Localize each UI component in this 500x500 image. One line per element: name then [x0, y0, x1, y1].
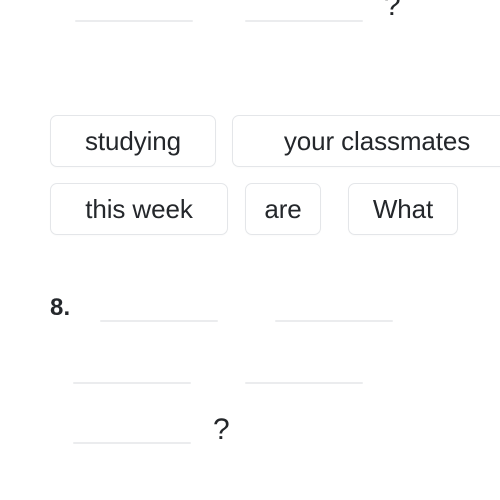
- word-chip-label: studying: [84, 125, 182, 156]
- exercise-screen: ? studying your classmates this week are…: [0, 0, 500, 500]
- exercise-number: 8.: [50, 294, 71, 321]
- word-chip-are[interactable]: are: [245, 183, 321, 235]
- word-chip-label: your classmates: [283, 125, 471, 156]
- answer-blank[interactable]: [73, 442, 191, 444]
- word-chip-your-classmates[interactable]: your classmates: [232, 115, 500, 167]
- question-mark: ?: [213, 413, 230, 446]
- word-chip-studying[interactable]: studying: [50, 115, 216, 167]
- word-chip-label: What: [372, 193, 434, 224]
- word-chip-this-week[interactable]: this week: [50, 183, 228, 235]
- answer-blank[interactable]: [275, 320, 393, 322]
- answer-blank[interactable]: [245, 20, 363, 22]
- word-chip-what[interactable]: What: [348, 183, 458, 235]
- question-mark: ?: [384, 0, 401, 22]
- answer-blank[interactable]: [75, 20, 193, 22]
- word-chip-label: are: [264, 193, 302, 224]
- answer-blank[interactable]: [100, 320, 218, 322]
- word-chip-label: this week: [85, 193, 193, 224]
- answer-blank[interactable]: [73, 382, 191, 384]
- answer-blank[interactable]: [245, 382, 363, 384]
